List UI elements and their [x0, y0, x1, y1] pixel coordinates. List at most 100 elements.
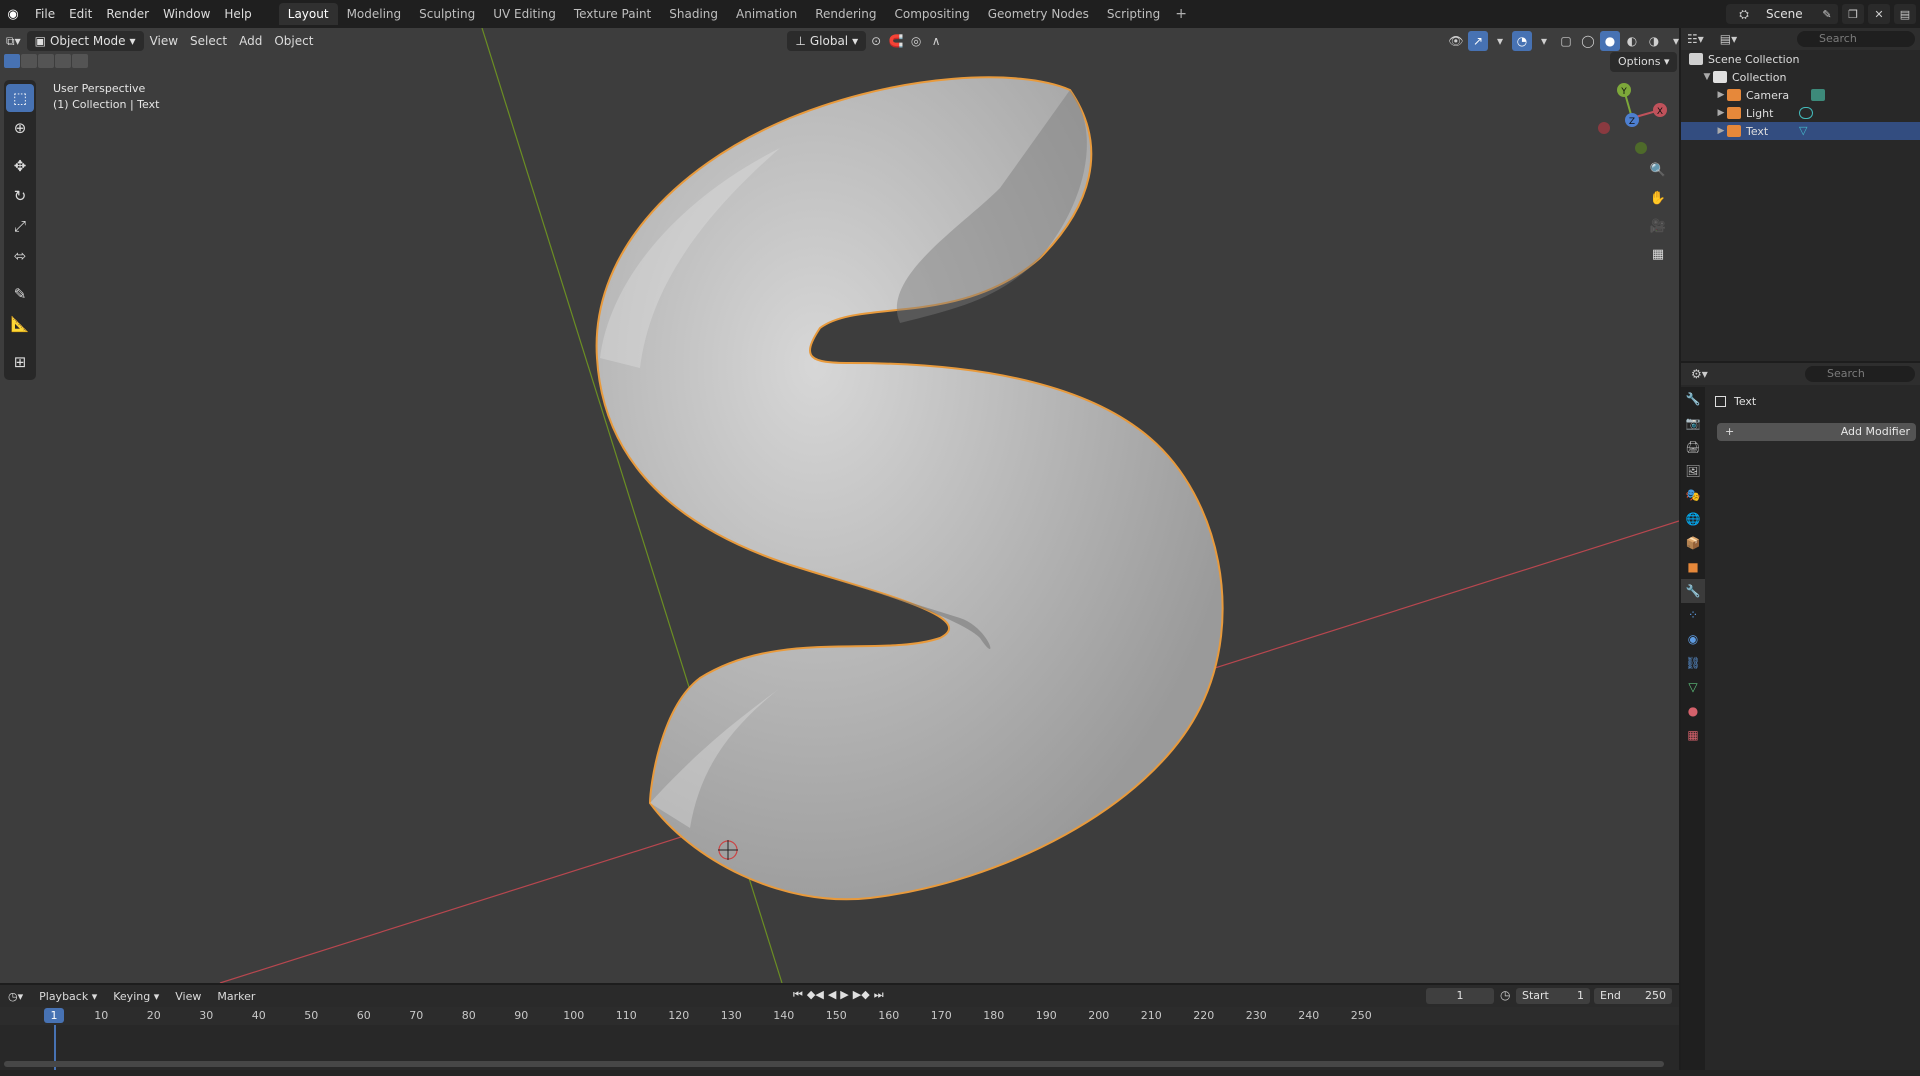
- editor-type-icon[interactable]: ◷▾: [0, 990, 31, 1003]
- navigation-gizmo[interactable]: Y X Z: [1598, 83, 1667, 154]
- new-scene-icon[interactable]: ❐: [1842, 4, 1864, 24]
- perspective-toggle-icon[interactable]: ▦: [1645, 242, 1671, 266]
- gizmo-toggle-icon[interactable]: ↗: [1468, 31, 1488, 51]
- view-layer-tab-icon[interactable]: 🖼: [1681, 459, 1705, 483]
- menu-help[interactable]: Help: [217, 3, 258, 25]
- blender-logo-icon[interactable]: ◉: [4, 5, 22, 23]
- menu-render[interactable]: Render: [99, 3, 156, 25]
- menu-file[interactable]: File: [28, 3, 62, 25]
- menu-object[interactable]: Object: [268, 31, 319, 51]
- add-cube-icon[interactable]: ⊞: [6, 348, 34, 376]
- text-data-icon[interactable]: ▽: [1799, 125, 1813, 137]
- pan-hand-icon[interactable]: ✋: [1645, 186, 1671, 210]
- particles-tab-icon[interactable]: ⁘: [1681, 603, 1705, 627]
- view-layer-icon[interactable]: ▤: [1894, 4, 1916, 24]
- tab-shading[interactable]: Shading: [660, 3, 727, 25]
- pin-icon[interactable]: ✎: [1816, 4, 1838, 24]
- transform-icon[interactable]: ⬄: [6, 242, 34, 270]
- tab-scripting[interactable]: Scripting: [1098, 3, 1169, 25]
- outliner-search-input[interactable]: Search: [1797, 31, 1915, 47]
- scene-tab-icon[interactable]: 🎭: [1681, 483, 1705, 507]
- outliner-item-light[interactable]: ▶ Light: [1681, 104, 1920, 122]
- add-modifier-button[interactable]: + Add Modifier: [1717, 423, 1916, 441]
- material-tab-icon[interactable]: ●: [1681, 699, 1705, 723]
- chevron-down-icon[interactable]: ▾: [1666, 31, 1679, 51]
- current-frame-field[interactable]: 1: [1426, 988, 1494, 1004]
- outliner-item-camera[interactable]: ▶ Camera: [1681, 86, 1920, 104]
- rendered-shading-icon[interactable]: ◑: [1644, 31, 1664, 51]
- falloff-icon[interactable]: ∧: [926, 31, 946, 51]
- select-box-icon[interactable]: ⬚: [6, 84, 34, 112]
- mode-dropdown[interactable]: ▣ Object Mode ▾: [26, 31, 144, 51]
- menu-view[interactable]: View: [167, 990, 209, 1003]
- menu-add[interactable]: Add: [233, 31, 268, 51]
- snap-icon[interactable]: 🧲: [886, 31, 906, 51]
- scale-icon[interactable]: ⤢: [6, 212, 34, 240]
- texture-tab-icon[interactable]: ▦: [1681, 723, 1705, 747]
- tab-modeling[interactable]: Modeling: [338, 3, 411, 25]
- tab-texture-paint[interactable]: Texture Paint: [565, 3, 660, 25]
- chevron-down-icon[interactable]: ▾: [1490, 31, 1510, 51]
- start-frame-field[interactable]: Start 1: [1516, 988, 1590, 1004]
- zoom-icon[interactable]: 🔍: [1645, 158, 1671, 182]
- annotate-icon[interactable]: ✎: [6, 280, 34, 308]
- current-frame-marker[interactable]: 1: [44, 1008, 64, 1023]
- add-workspace-icon[interactable]: +: [1169, 3, 1193, 25]
- menu-marker[interactable]: Marker: [209, 990, 263, 1003]
- tool-tab-icon[interactable]: 🔧: [1681, 387, 1705, 411]
- constraints-tab-icon[interactable]: ⛓: [1681, 651, 1705, 675]
- menu-playback[interactable]: Playback ▾: [31, 990, 105, 1003]
- select-invert-icon[interactable]: [55, 54, 71, 68]
- next-keyframe-icon[interactable]: ▶◆: [853, 988, 870, 1002]
- cursor-icon[interactable]: ⊕: [6, 114, 34, 142]
- visibility-icon[interactable]: 👁: [1446, 31, 1466, 51]
- tab-animation[interactable]: Animation: [727, 3, 806, 25]
- end-frame-field[interactable]: End 250: [1594, 988, 1672, 1004]
- select-extend-icon[interactable]: [21, 54, 37, 68]
- play-icon[interactable]: ▶: [840, 988, 848, 1002]
- render-tab-icon[interactable]: 📷: [1681, 411, 1705, 435]
- chevron-right-icon[interactable]: ▶: [1715, 90, 1727, 100]
- data-tab-icon[interactable]: ▽: [1681, 675, 1705, 699]
- material-shading-icon[interactable]: ◐: [1622, 31, 1642, 51]
- output-tab-icon[interactable]: 🖨: [1681, 435, 1705, 459]
- editor-type-icon[interactable]: ⚙▾: [1691, 367, 1708, 381]
- wireframe-shading-icon[interactable]: ◯: [1578, 31, 1598, 51]
- display-mode-icon[interactable]: ▤▾: [1720, 32, 1737, 46]
- tab-rendering[interactable]: Rendering: [806, 3, 885, 25]
- light-data-icon[interactable]: [1799, 107, 1813, 119]
- tab-compositing[interactable]: Compositing: [885, 3, 978, 25]
- close-icon[interactable]: ✕: [1868, 4, 1890, 24]
- timeline-track-area[interactable]: [0, 1025, 1679, 1070]
- modifiers-tab-icon[interactable]: 🔧: [1681, 579, 1705, 603]
- measure-icon[interactable]: 📐: [6, 310, 34, 338]
- menu-keying[interactable]: Keying ▾: [105, 990, 167, 1003]
- menu-select[interactable]: Select: [184, 31, 233, 51]
- solid-shading-icon[interactable]: ●: [1600, 31, 1620, 51]
- 3d-viewport[interactable]: Y X Z ⧉▾ ▣ Object Mode ▾ View Select Add…: [0, 28, 1679, 983]
- tab-layout[interactable]: Layout: [278, 3, 338, 25]
- options-dropdown[interactable]: Options ▾: [1610, 52, 1678, 72]
- menu-window[interactable]: Window: [156, 3, 217, 25]
- collection-tab-icon[interactable]: 📦: [1681, 531, 1705, 555]
- jump-end-icon[interactable]: ⏭: [874, 988, 884, 1002]
- editor-type-icon[interactable]: ⧉▾: [0, 31, 27, 51]
- timeline-scrollbar[interactable]: [4, 1061, 1664, 1067]
- physics-tab-icon[interactable]: ◉: [1681, 627, 1705, 651]
- overlay-toggle-icon[interactable]: ◔: [1512, 31, 1532, 51]
- menu-edit[interactable]: Edit: [62, 3, 99, 25]
- outliner-item-text[interactable]: ▶ Text ▽: [1681, 122, 1920, 140]
- world-tab-icon[interactable]: 🌐: [1681, 507, 1705, 531]
- menu-view[interactable]: View: [144, 31, 184, 51]
- proportional-edit-icon[interactable]: ◎: [906, 31, 926, 51]
- xray-icon[interactable]: ▢: [1556, 31, 1576, 51]
- timeline-ruler[interactable]: 1 10 20 30 40 50 60 70 80 90 100 110 120 130 140 150 16…: [0, 1007, 1679, 1025]
- chevron-down-icon[interactable]: ▾: [1534, 31, 1554, 51]
- play-reverse-icon[interactable]: ◀: [828, 988, 836, 1002]
- transform-orientation-dropdown[interactable]: ⊥ Global ▾: [787, 31, 867, 51]
- move-icon[interactable]: ✥: [6, 152, 34, 180]
- tab-sculpting[interactable]: Sculpting: [410, 3, 484, 25]
- pivot-icon[interactable]: ⊙: [866, 31, 886, 51]
- clock-icon[interactable]: ◷: [1500, 988, 1510, 1002]
- camera-data-icon[interactable]: [1811, 89, 1825, 101]
